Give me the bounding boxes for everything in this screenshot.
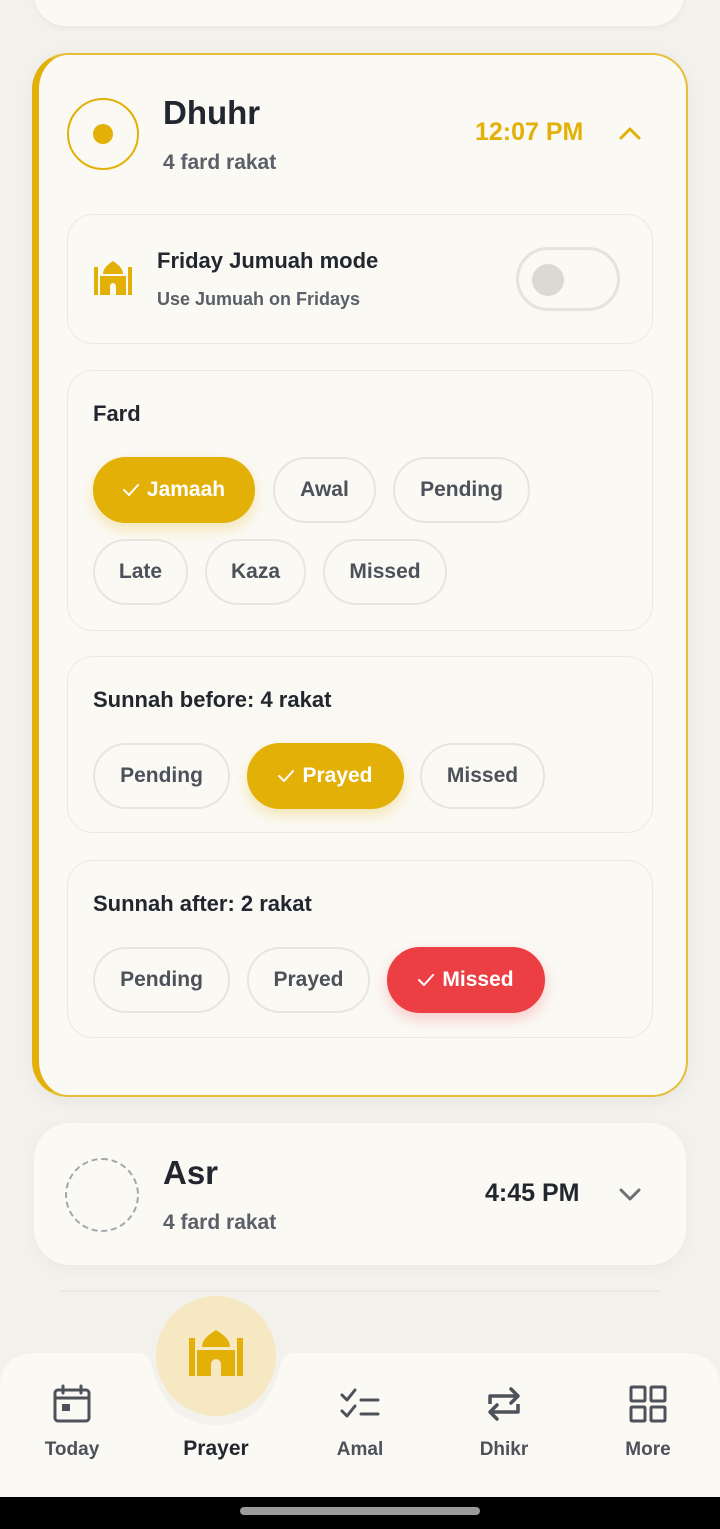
sunnah-after-title: Sunnah after: 2 rakat: [93, 891, 312, 916]
nav-label-dhikr: Dhikr: [479, 1439, 529, 1460]
chip-label: Prayed: [273, 968, 344, 991]
toggle-knob: [532, 264, 564, 296]
home-indicator[interactable]: [240, 1507, 480, 1515]
sunnah-before-option-missed[interactable]: Missed: [420, 743, 545, 809]
asr-subtitle: 4 fard rakat: [163, 1211, 277, 1234]
chip-label: Pending: [420, 478, 503, 501]
nav-label-today: Today: [44, 1439, 100, 1460]
dhuhr-status-ring[interactable]: [67, 98, 139, 170]
bottom-nav: Today Amal Dhikr More: [0, 1353, 720, 1497]
check-icon: [278, 770, 295, 782]
jumuah-subtitle: Use Jumuah on Fridays: [157, 289, 361, 309]
sunnah-before-option-prayed[interactable]: Prayed: [247, 743, 404, 809]
sunnah-after-option-prayed[interactable]: Prayed: [247, 947, 370, 1013]
jumuah-toggle[interactable]: [516, 247, 620, 311]
dhuhr-name: Dhuhr: [163, 94, 261, 131]
chevron-down-icon[interactable]: [616, 1180, 644, 1208]
repeat-icon: [488, 1387, 520, 1421]
chip-label: Missed: [442, 968, 514, 991]
nav-label-prayer[interactable]: Prayer: [156, 1437, 276, 1461]
sunnah-after-option-missed[interactable]: Missed: [387, 947, 545, 1013]
mosque-icon: [94, 261, 132, 295]
chip-label: Pending: [120, 764, 203, 787]
asr-name: Asr: [163, 1154, 219, 1191]
nav-item-dhikr[interactable]: Dhikr: [454, 1379, 554, 1479]
nav-item-amal[interactable]: Amal: [310, 1379, 410, 1479]
fard-option-kaza[interactable]: Kaza: [205, 539, 306, 605]
fard-option-late[interactable]: Late: [93, 539, 188, 605]
calendar-icon: [53, 1384, 91, 1423]
chip-label: Pending: [120, 968, 203, 991]
dhuhr-time: 12:07 PM: [475, 118, 584, 146]
check-icon: [122, 484, 139, 496]
jumuah-mode-panel: Friday Jumuah mode Use Jumuah on Fridays: [67, 214, 653, 344]
previous-prayer-card[interactable]: [34, 0, 684, 26]
chip-label: Kaza: [230, 560, 281, 583]
asr-status-ring[interactable]: [65, 1158, 139, 1232]
fard-option-awal[interactable]: Awal: [273, 457, 376, 523]
chip-label: Late: [118, 560, 163, 583]
jumuah-title: Friday Jumuah mode: [157, 248, 379, 273]
fard-option-jamaah[interactable]: Jamaah: [93, 457, 255, 523]
chip-label: Prayed: [302, 764, 373, 787]
circle-dot-icon: [93, 124, 113, 144]
chip-label: Jamaah: [146, 478, 226, 501]
checklist-icon: [340, 1388, 380, 1418]
nav-item-today[interactable]: Today: [22, 1379, 122, 1479]
next-prayer-card[interactable]: [60, 1290, 660, 1320]
nav-label-more: More: [625, 1439, 671, 1460]
nav-item-more[interactable]: More: [598, 1379, 698, 1479]
fard-option-pending[interactable]: Pending: [393, 457, 530, 523]
chip-label: Awal: [300, 478, 349, 501]
fard-title: Fard: [93, 401, 141, 426]
mosque-icon: [189, 1330, 243, 1376]
sunnah-after-option-pending[interactable]: Pending: [93, 947, 230, 1013]
check-icon: [418, 974, 435, 986]
nav-label-amal: Amal: [336, 1439, 384, 1460]
chip-label: Missed: [349, 560, 421, 583]
sunnah-before-title: Sunnah before: 4 rakat: [93, 687, 332, 712]
chip-label: Missed: [446, 764, 519, 787]
sunnah-before-option-pending[interactable]: Pending: [93, 743, 230, 809]
chevron-up-icon[interactable]: [616, 119, 644, 147]
asr-time: 4:45 PM: [485, 1179, 580, 1207]
fard-option-missed[interactable]: Missed: [323, 539, 447, 605]
grid-icon: [629, 1385, 667, 1423]
nav-item-prayer[interactable]: [156, 1296, 276, 1416]
dhuhr-subtitle: 4 fard rakat: [163, 151, 277, 174]
